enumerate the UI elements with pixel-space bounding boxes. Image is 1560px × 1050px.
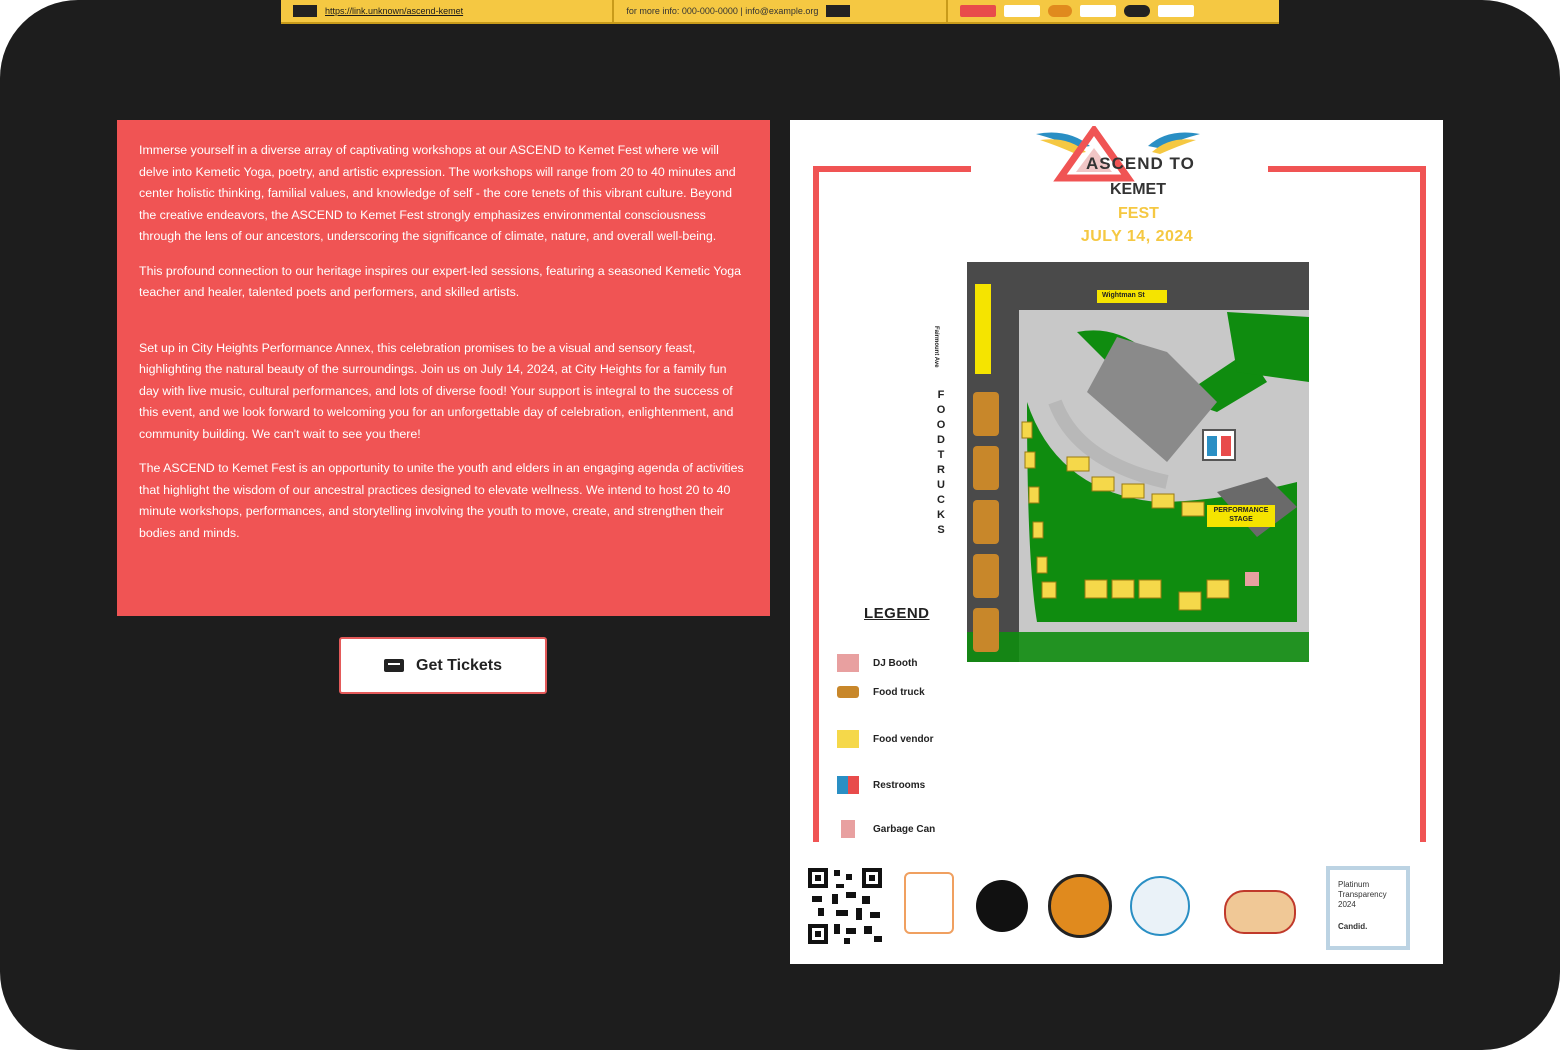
sponsor-logo-icon bbox=[976, 880, 1028, 932]
event-flyer-image: ASCEND TO KEMET FEST JULY 14, 2024 Wight… bbox=[790, 120, 1443, 964]
strip-contact-text: for more info: 000-000-0000 | info@examp… bbox=[626, 6, 819, 16]
flyer-title-logo: ASCEND TO KEMET FEST bbox=[1028, 126, 1248, 236]
sponsor-logo-icon bbox=[1123, 5, 1150, 17]
flyer-strip-top: https://link.unknown/ascend-kemet for mo… bbox=[281, 0, 1279, 24]
strip-link[interactable]: https://link.unknown/ascend-kemet bbox=[325, 6, 463, 16]
legend-label: Garbage Can bbox=[873, 823, 936, 835]
map-street-side-label: Fairmount Ave bbox=[933, 326, 939, 368]
description-paragraph: This profound connection to our heritage… bbox=[139, 263, 742, 300]
transparency-badge: Platinum Transparency 2024 Candid. bbox=[1326, 866, 1410, 950]
get-tickets-label: Get Tickets bbox=[416, 656, 502, 674]
flyer-title-line2: KEMET bbox=[1110, 181, 1166, 198]
legend-label: Restrooms bbox=[873, 779, 926, 791]
sponsor-logo-icon bbox=[1224, 890, 1296, 934]
flyer-date: JULY 14, 2024 bbox=[1080, 228, 1194, 245]
qr-code-icon bbox=[806, 866, 884, 946]
map-street-top-label: Wightman St bbox=[1102, 292, 1145, 299]
flyer-border bbox=[813, 166, 971, 172]
app-frame: https://link.unknown/ascend-kemet for mo… bbox=[0, 0, 1560, 1050]
sponsor-logo-icon bbox=[1003, 5, 1040, 17]
restroom-icon bbox=[837, 776, 859, 794]
legend-title: LEGEND bbox=[864, 605, 930, 622]
site-map bbox=[967, 262, 1309, 662]
sponsor-logo-icon bbox=[959, 5, 996, 17]
sponsor-logo-icon bbox=[1079, 5, 1116, 17]
ticket-icon bbox=[384, 659, 405, 672]
legend-label: Food vendor bbox=[873, 733, 934, 745]
strip-segment-link: https://link.unknown/ascend-kemet bbox=[281, 0, 615, 22]
flyer-footer: Platinum Transparency 2024 Candid. bbox=[790, 860, 1443, 964]
food-truck-icon bbox=[837, 686, 859, 698]
flyer-title-line1: ASCEND TO bbox=[1086, 154, 1195, 173]
qr-code-icon bbox=[826, 5, 851, 17]
garbage-can-icon bbox=[841, 820, 855, 838]
legend-item: Food vendor bbox=[837, 730, 934, 748]
description-paragraph: Immerse yourself in a diverse array of c… bbox=[139, 143, 736, 243]
badge-text: Platinum Transparency 2024 bbox=[1338, 880, 1387, 909]
legend-item: Food truck bbox=[837, 686, 925, 698]
get-tickets-button[interactable]: Get Tickets bbox=[339, 637, 547, 694]
legend-item: Garbage Can bbox=[837, 820, 935, 838]
sponsor-logo-icon bbox=[1130, 876, 1190, 936]
event-description-panel: Immerse yourself in a diverse array of c… bbox=[117, 120, 770, 616]
legend-item: DJ Booth bbox=[837, 654, 917, 672]
description-paragraph: Set up in City Heights Performance Annex… bbox=[139, 340, 734, 441]
sponsor-logo-icon bbox=[1048, 874, 1112, 938]
sponsor-logo-icon bbox=[1047, 5, 1072, 17]
food-vendor-icon bbox=[837, 730, 859, 748]
description-paragraph: The ASCEND to Kemet Fest is an opportuni… bbox=[139, 461, 744, 540]
sponsor-logo-icon bbox=[904, 872, 954, 934]
sponsor-logo-icon bbox=[1157, 5, 1194, 17]
flyer-title-line3: FEST bbox=[1118, 205, 1159, 222]
dj-booth-icon bbox=[837, 654, 859, 672]
strip-segment-contact: for more info: 000-000-0000 | info@examp… bbox=[614, 0, 948, 22]
flyer-border bbox=[1420, 170, 1426, 842]
legend-label: Food truck bbox=[873, 686, 925, 698]
map-stage-label: PERFORMANCE STAGE bbox=[1213, 507, 1269, 523]
qr-code-icon bbox=[293, 5, 317, 17]
flyer-border bbox=[1268, 166, 1426, 172]
legend-item: Restrooms bbox=[837, 776, 925, 794]
badge-sub: Candid. bbox=[1338, 922, 1368, 931]
food-trucks-label: FOOD TRUCKS bbox=[936, 389, 946, 536]
legend-label: DJ Booth bbox=[873, 657, 918, 669]
flyer-border bbox=[813, 170, 819, 842]
strip-segment-sponsors bbox=[948, 0, 1279, 22]
